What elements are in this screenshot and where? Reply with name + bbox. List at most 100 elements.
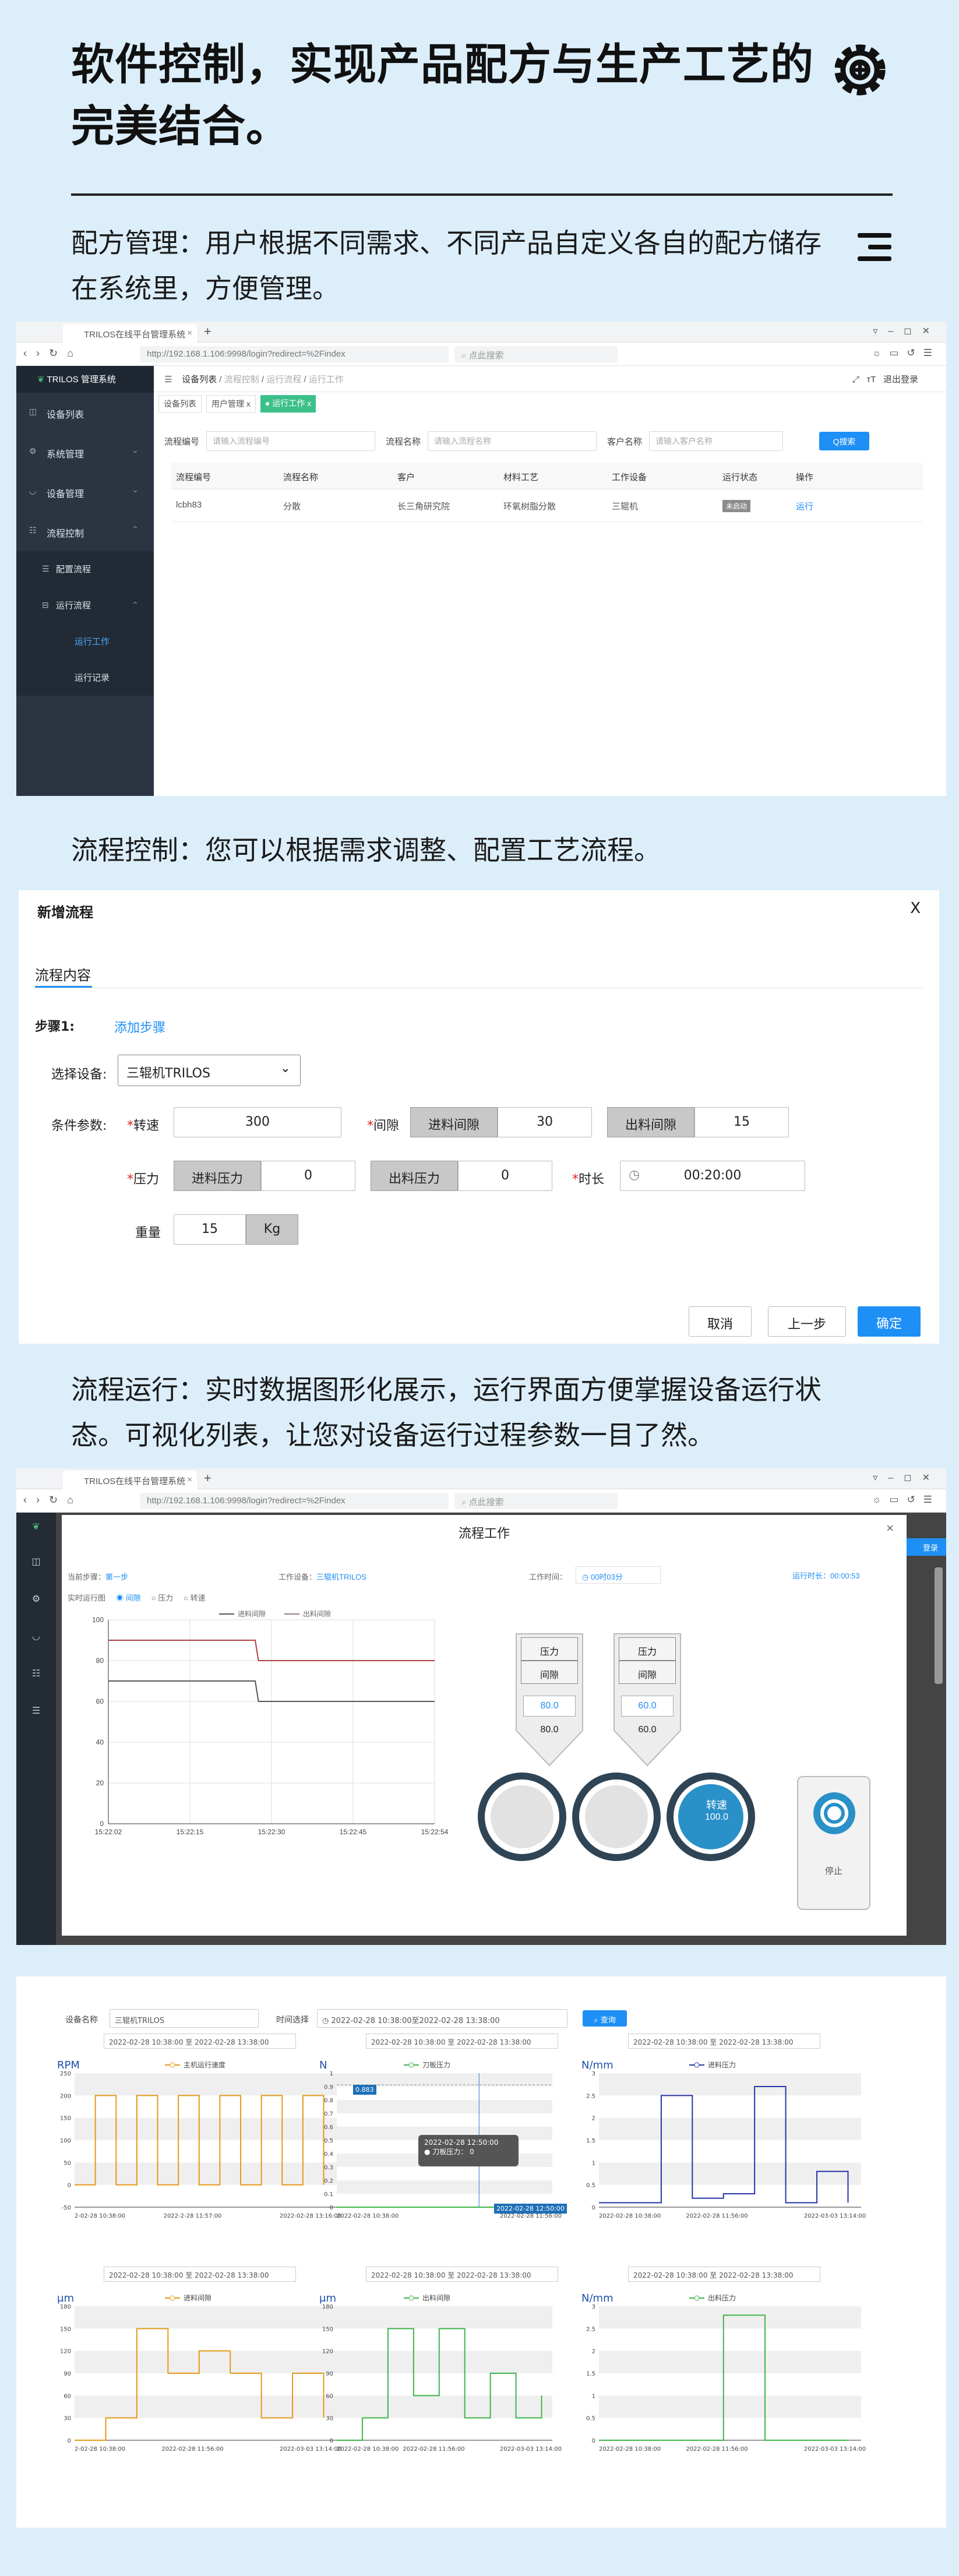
y-tick: 0.1	[324, 2191, 333, 2198]
cancel-button[interactable]: 取消	[689, 1306, 752, 1337]
date-picker[interactable]: 2022-02-28 10:38:00 至 2022-02-28 13:38:0…	[628, 2267, 820, 2282]
speed-input[interactable]: 300	[174, 1107, 341, 1137]
weight-input[interactable]: 15	[174, 1214, 246, 1245]
sidebar-item-run-work[interactable]: 运行工作	[16, 623, 154, 660]
logo-icon: ❦	[37, 375, 45, 385]
y-tick: 0	[68, 2438, 71, 2444]
search-input[interactable]: ⌕ 点此搜索	[454, 1493, 618, 1509]
grid-band	[75, 2306, 337, 2329]
tag-devices[interactable]: 设备列表	[158, 395, 202, 413]
device-select[interactable]: 三辊机TRILOS	[110, 2009, 259, 2028]
prev-button[interactable]: 上一步	[768, 1306, 846, 1337]
font-size-icon[interactable]: тT	[866, 375, 876, 385]
query-label: 查询	[600, 2016, 616, 2025]
tag-run-work[interactable]: ● 运行工作 x	[260, 395, 316, 413]
radio-pressure[interactable]: ○ 压力	[151, 1592, 173, 1603]
logout-link[interactable]: 退出登录	[883, 375, 918, 385]
sidebar-item-run-record[interactable]: 运行记录	[16, 660, 154, 696]
rotor-label: 转速	[706, 1799, 727, 1811]
close-tab-icon[interactable]: ×	[187, 1475, 192, 1485]
date-picker[interactable]: 2022-02-28 10:38:00 至 2022-02-28 13:38:0…	[628, 2034, 820, 2049]
tooltip-time: 2022-02-28 12:50:00	[424, 2138, 499, 2147]
collapse-icon[interactable]: ☰	[164, 375, 172, 385]
flow-id-input[interactable]: 请输入流程编号	[206, 431, 376, 451]
toolbar-icons[interactable]: ☼▭↺☰	[872, 347, 940, 359]
device-select[interactable]: 三辊机TRILOS ⌄	[118, 1055, 301, 1086]
close-icon[interactable]: X	[910, 900, 921, 917]
date-picker[interactable]: 2022-02-28 10:38:00 至 2022-02-28 13:38:0…	[366, 2034, 558, 2049]
menu-lines-icon[interactable]: ☰	[16, 1679, 56, 1717]
date-picker[interactable]: 2022-02-28 10:38:00 至 2022-02-28 13:38:0…	[104, 2034, 296, 2049]
run-link[interactable]: 运行	[796, 500, 813, 512]
y-tick: 180	[60, 2304, 71, 2310]
y-tick: 90	[326, 2371, 333, 2377]
x-tick: 2022-02-28 10:38:00	[599, 2213, 661, 2219]
list-icon[interactable]: ☷	[16, 1642, 56, 1679]
close-tab-icon[interactable]: ×	[187, 328, 192, 338]
status-badge: 未启动	[722, 500, 751, 512]
add-step-link[interactable]: 添加步骤	[114, 1017, 165, 1036]
in-pressure-input[interactable]: 0	[261, 1161, 355, 1191]
breadcrumb-item[interactable]: 运行流程	[266, 375, 301, 385]
sidebar-item-flow[interactable]: ☷ 流程控制 ⌃	[16, 512, 154, 551]
x-tick: 2022-02-28 10:38:00	[337, 2446, 399, 2452]
grid-icon[interactable]: ◫	[16, 1532, 56, 1567]
settings-icon[interactable]: ⚙	[16, 1567, 56, 1605]
sidebar-item-devices[interactable]: ◫ 设备列表	[16, 393, 154, 432]
in-gap-input[interactable]: 30	[498, 1107, 592, 1137]
breadcrumb-item[interactable]: 流程控制	[224, 375, 259, 385]
window-controls[interactable]: ▿–◻✕	[873, 325, 940, 337]
query-button[interactable]: ⌕ 查询	[583, 2010, 627, 2027]
date-picker[interactable]: 2022-02-28 10:38:00 至 2022-02-28 13:38:0…	[366, 2267, 558, 2282]
search-input[interactable]: ⌕ 点此搜索	[454, 346, 618, 362]
nav-buttons[interactable]: ‹›↻⌂	[23, 1494, 83, 1506]
sidebar-label: 系统管理	[47, 450, 84, 460]
new-tab-icon[interactable]: +	[204, 324, 211, 339]
grid-band	[337, 2351, 552, 2373]
device-icon[interactable]: ◡	[16, 1605, 56, 1642]
logout-button[interactable]: 登录	[905, 1538, 946, 1556]
sidebar-item-device-mgmt[interactable]: ◡ 设备管理 ⌄	[16, 472, 154, 512]
y-tick: 3	[592, 2071, 595, 2077]
date-picker[interactable]: 2022-02-28 10:38:00 至 2022-02-28 13:38:0…	[104, 2267, 296, 2282]
tag-users[interactable]: 用户管理 x	[206, 395, 256, 413]
radio-gap[interactable]: ◉ 间隙	[116, 1592, 141, 1603]
url-input[interactable]: http://192.168.1.106:9998/login?redirect…	[140, 1493, 449, 1509]
tab-flow-content[interactable]: 流程内容	[35, 964, 91, 984]
flow-name-input[interactable]: 请输入流程名称	[428, 431, 597, 451]
search-button[interactable]: Q搜索	[819, 432, 870, 450]
nav-buttons[interactable]: ‹›↻⌂	[23, 347, 83, 360]
url-input[interactable]: http://192.168.1.106:9998/login?redirect…	[140, 346, 449, 362]
radio-speed[interactable]: ○ 转速	[184, 1592, 205, 1603]
sidebar-item-run[interactable]: ⊟ 运行流程 ⌃	[16, 587, 154, 623]
close-icon[interactable]: ×	[886, 1521, 894, 1536]
x-tick: 2-02-28 10:38:00	[75, 2213, 125, 2219]
browser-tab[interactable]: TRILOS在线平台管理系统 ×	[63, 324, 197, 343]
breadcrumb-item[interactable]: 设备列表	[182, 375, 217, 385]
customer-input[interactable]: 请输入客户名称	[649, 431, 784, 451]
sidebar-item-system[interactable]: ⚙ 系统管理 ⌄	[16, 432, 154, 472]
stop-button[interactable]	[813, 1792, 855, 1834]
new-tab-icon[interactable]: +	[204, 1471, 211, 1486]
y-tick: 150	[60, 2116, 71, 2122]
out-pressure-input[interactable]: 0	[458, 1161, 552, 1191]
duration-input[interactable]: ◷ 00:20:00	[620, 1161, 805, 1191]
time-range-input[interactable]: ◷ 2022-02-28 10:38:00至2022-02-28 13:38:0…	[317, 2009, 567, 2028]
x-tick: 15:22:02	[95, 1828, 122, 1836]
y-tick: 0.7	[324, 2111, 333, 2117]
x-tick: 15:22:45	[340, 1828, 367, 1836]
grid-icon: ◫	[29, 407, 37, 416]
scrollbar[interactable]	[935, 1567, 943, 1684]
out-gap-input[interactable]: 15	[694, 1107, 789, 1137]
y-tick: 0	[330, 2205, 333, 2211]
y-tick: 0.5	[586, 2416, 595, 2422]
browser-tab[interactable]: TRILOS在线平台管理系统 ×	[63, 1471, 197, 1489]
ok-button[interactable]: 确定	[858, 1306, 921, 1337]
y-tick: 0.3	[324, 2165, 333, 2171]
toolbar-icons[interactable]: ☼▭↺☰	[872, 1494, 940, 1506]
device-value: 三辊机TRILOS	[126, 1066, 210, 1081]
time-range-value: 2022-02-28 10:38:00至2022-02-28 13:38:00	[331, 2017, 500, 2025]
window-controls[interactable]: ▿–◻✕	[873, 1472, 940, 1483]
sidebar-item-config[interactable]: ☰ 配置流程	[16, 551, 154, 587]
fullscreen-icon[interactable]: ⤢	[852, 375, 859, 385]
